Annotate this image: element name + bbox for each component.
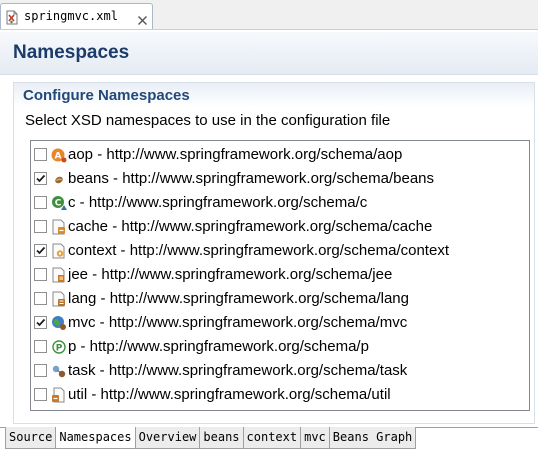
namespace-checkbox-context[interactable] [34,244,47,257]
namespace-label: c - http://www.springframework.org/schem… [68,194,368,211]
c-namespace-icon: C [51,195,67,211]
section-title: Configure Namespaces [23,87,190,104]
editor-tab-springmvc-xml[interactable]: springmvc.xml [0,3,153,30]
namespace-row-context[interactable]: context - http://www.springframework.org… [31,239,529,263]
namespace-row-util[interactable]: util - http://www.springframework.org/sc… [31,383,529,407]
namespace-label: task - http://www.springframework.org/sc… [68,362,408,379]
namespace-checkbox-mvc[interactable] [34,316,47,329]
namespace-row-task[interactable]: task - http://www.springframework.org/sc… [31,359,529,383]
namespace-row-lang[interactable]: lang - http://www.springframework.org/sc… [31,287,529,311]
namespace-checkbox-p[interactable] [34,340,47,353]
page-tabs: Source Namespaces Overview beans context… [5,427,417,449]
namespace-checkbox-aop[interactable] [34,148,47,161]
namespace-checkbox-util[interactable] [34,388,47,401]
cache-icon [51,219,67,235]
namespace-label: p - http://www.springframework.org/schem… [68,338,369,355]
namespace-label: lang - http://www.springframework.org/sc… [68,290,409,307]
page-title: Namespaces [13,42,130,63]
tab-beans-graph[interactable]: Beans Graph [328,427,417,449]
aop-icon: A [51,147,67,163]
context-icon [51,243,67,259]
namespace-row-aop[interactable]: A aop - http://www.springframework.org/s… [31,143,529,167]
editor-page-tabs-area: Source Namespaces Overview beans context… [0,425,538,453]
svg-text:A: A [55,152,62,162]
xml-file-icon [6,10,18,25]
namespace-label: jee - http://www.springframework.org/sch… [68,266,393,283]
section-header: Configure Namespaces [14,83,534,107]
namespace-row-beans[interactable]: beans - http://www.springframework.org/s… [31,167,529,191]
namespace-list[interactable]: A aop - http://www.springframework.org/s… [30,140,530,411]
section-description: Select XSD namespaces to use in the conf… [25,112,391,129]
task-icon [51,363,67,379]
bean-icon [51,171,67,187]
namespace-row-p[interactable]: P p - http://www.springframework.org/sch… [31,335,529,359]
namespace-label: context - http://www.springframework.org… [68,242,449,259]
lang-icon [51,291,67,307]
svg-text:P: P [56,343,63,353]
namespace-checkbox-lang[interactable] [34,292,47,305]
check-mark-icon [36,318,46,327]
namespace-row-cache[interactable]: cache - http://www.springframework.org/s… [31,215,529,239]
p-namespace-icon: P [51,339,67,355]
namespace-row-jee[interactable]: jee - http://www.springframework.org/sch… [31,263,529,287]
tab-namespaces[interactable]: Namespaces [55,427,136,449]
check-mark-icon [36,174,46,183]
check-mark-icon [36,246,46,255]
namespace-checkbox-beans[interactable] [34,172,47,185]
namespace-checkbox-cache[interactable] [34,220,47,233]
page-header: Namespaces [0,32,538,75]
namespace-row-c[interactable]: C c - http://www.springframework.org/sch… [31,191,529,215]
svg-text:C: C [55,199,62,209]
editor-tab-strip: springmvc.xml [0,0,538,30]
mvc-globe-icon [51,315,67,331]
tab-divider [0,29,538,30]
tab-overview[interactable]: Overview [134,427,201,449]
tab-source[interactable]: Source [5,427,57,449]
namespace-label: beans - http://www.springframework.org/s… [68,170,434,187]
namespace-checkbox-c[interactable] [34,196,47,209]
tab-beans[interactable]: beans [199,427,244,449]
editor-tab-label: springmvc.xml [24,9,118,23]
namespace-label: mvc - http://www.springframework.org/sch… [68,314,408,331]
namespace-label: cache - http://www.springframework.org/s… [68,218,433,235]
namespace-row-mvc[interactable]: mvc - http://www.springframework.org/sch… [31,311,529,335]
jee-icon [51,267,67,283]
namespace-checkbox-task[interactable] [34,364,47,377]
tab-mvc[interactable]: mvc [300,427,330,449]
close-icon[interactable] [137,11,148,25]
namespace-checkbox-jee[interactable] [34,268,47,281]
configure-namespaces-section: Configure Namespaces Select XSD namespac… [13,82,535,424]
util-icon [51,387,67,403]
namespace-label: aop - http://www.springframework.org/sch… [68,146,403,163]
tab-context[interactable]: context [242,427,302,449]
namespace-label: util - http://www.springframework.org/sc… [68,386,391,403]
